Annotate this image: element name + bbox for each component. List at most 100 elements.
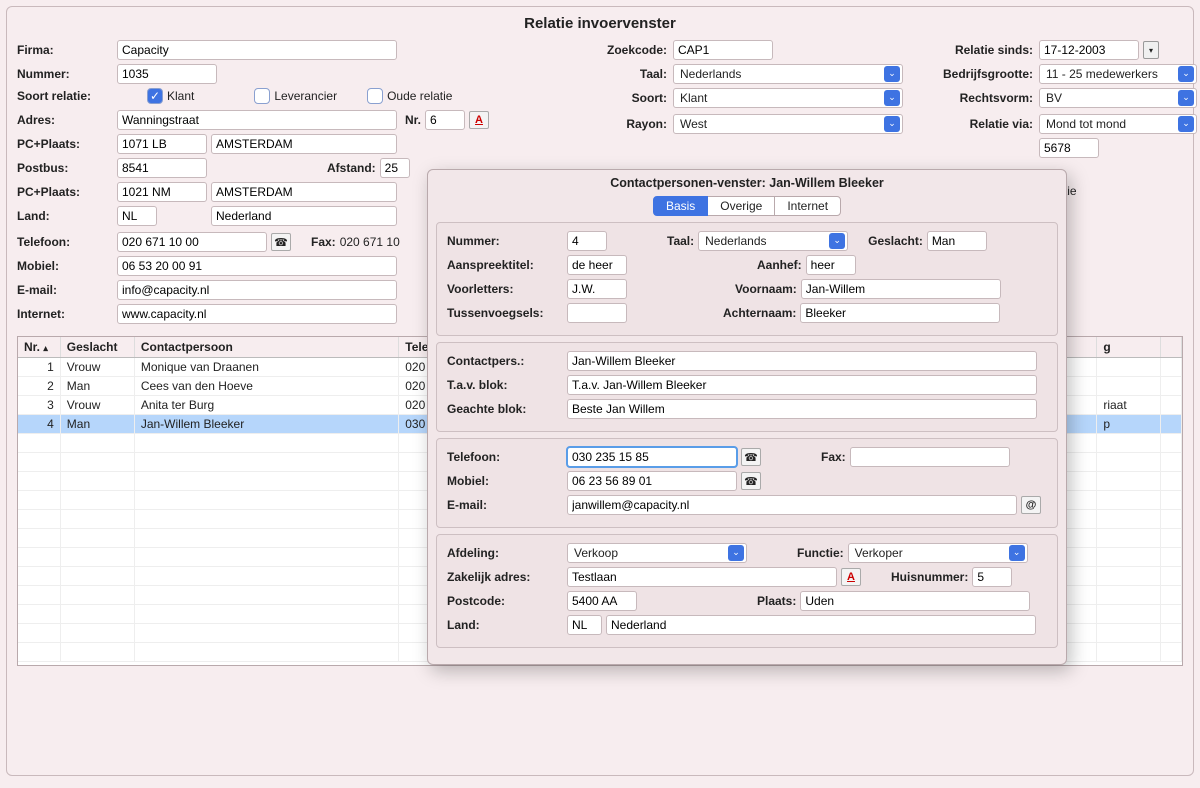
table-cell: Man — [60, 415, 134, 434]
klant-checkbox[interactable] — [147, 88, 163, 104]
relatie-sinds-input[interactable] — [1039, 40, 1139, 60]
m-aanspreek-input[interactable] — [567, 255, 627, 275]
rayon-dropdown[interactable]: West — [673, 114, 903, 134]
mlabel-voornaam: Voornaam: — [735, 282, 797, 296]
internet-input[interactable] — [117, 304, 397, 324]
plaats2-input[interactable] — [211, 182, 397, 202]
landnaam-input[interactable] — [211, 206, 397, 226]
relatie-via-dropdown[interactable]: Mond tot mond — [1039, 114, 1197, 134]
m-landcode-input[interactable] — [567, 615, 602, 635]
m-geachte-input[interactable] — [567, 399, 1037, 419]
table-cell: Jan-Willem Bleeker — [134, 415, 398, 434]
tab-internet[interactable]: Internet — [774, 196, 841, 216]
plaats1-input[interactable] — [211, 134, 397, 154]
mlabel-zakelijk-adres: Zakelijk adres: — [447, 570, 567, 584]
th-contact[interactable]: Contactpersoon — [134, 337, 398, 358]
m-mobiel-input[interactable] — [567, 471, 737, 491]
email-input[interactable] — [117, 280, 397, 300]
taal-value: Nederlands — [680, 67, 878, 81]
label-firma: Firma: — [17, 43, 117, 57]
m-nummer-input[interactable] — [567, 231, 607, 251]
nummer-input[interactable] — [117, 64, 217, 84]
firma-input[interactable] — [117, 40, 397, 60]
m-telefoon-input[interactable] — [567, 447, 737, 467]
label-telefoon: Telefoon: — [17, 235, 117, 249]
label-taal: Taal: — [587, 67, 667, 81]
mlabel-mobiel: Mobiel: — [447, 474, 567, 488]
afstand-input[interactable] — [380, 158, 410, 178]
m-huisnummer-input[interactable] — [972, 567, 1012, 587]
m-fax-input[interactable] — [850, 447, 1010, 467]
label-postbus: Postbus: — [17, 161, 117, 175]
m-voorletters-input[interactable] — [567, 279, 627, 299]
telefoon-input[interactable] — [117, 232, 267, 252]
m-plaats-input[interactable] — [800, 591, 1030, 611]
m-functie-dropdown[interactable]: Verkoper — [848, 543, 1028, 563]
label-relatie-via: Relatie via: — [923, 117, 1033, 131]
address-lookup-icon[interactable]: A — [841, 568, 861, 586]
dial-phone-icon[interactable] — [741, 448, 761, 466]
m-afdeling-dropdown[interactable]: Verkoop — [567, 543, 747, 563]
th-geslacht[interactable]: Geslacht — [60, 337, 134, 358]
mlabel-fax: Fax: — [821, 450, 846, 464]
datepicker-icon[interactable] — [1143, 41, 1159, 59]
chevron-down-icon — [884, 116, 900, 132]
address-lookup-icon[interactable]: A — [469, 111, 489, 129]
modal-tabbar: Basis Overige Internet — [436, 196, 1058, 216]
soort-dropdown[interactable]: Klant — [673, 88, 903, 108]
m-aanhef-input[interactable] — [806, 255, 856, 275]
chevron-down-icon — [728, 545, 744, 561]
chevron-down-icon — [1009, 545, 1025, 561]
landcode-input[interactable] — [117, 206, 157, 226]
th-end[interactable] — [1160, 337, 1181, 358]
mlabel-achternaam: Achternaam: — [723, 306, 796, 320]
label-internet: Internet: — [17, 307, 117, 321]
email-compose-icon[interactable] — [1021, 496, 1041, 514]
window-title: Relatie invoervenster — [17, 15, 1183, 32]
extra-num-input[interactable] — [1039, 138, 1099, 158]
mlabel-tussenvoeg: Tussenvoegsels: — [447, 306, 567, 320]
label-rayon: Rayon: — [587, 117, 667, 131]
chevron-down-icon — [829, 233, 845, 249]
panel-blocks: Contactpers.: T.a.v. blok: Geachte blok: — [436, 342, 1058, 432]
table-cell: Cees van den Hoeve — [134, 377, 398, 396]
m-contactpers-input[interactable] — [567, 351, 1037, 371]
m-geslacht-input[interactable] — [927, 231, 987, 251]
m-zakelijk-adres-input[interactable] — [567, 567, 837, 587]
m-tussenvoeg-input[interactable] — [567, 303, 627, 323]
panel-identity: Nummer: Taal: Nederlands Geslacht: Aansp… — [436, 222, 1058, 336]
rayon-value: West — [680, 117, 878, 131]
leverancier-checkbox[interactable] — [254, 88, 270, 104]
m-voornaam-input[interactable] — [801, 279, 1001, 299]
table-cell: Vrouw — [60, 396, 134, 415]
dial-phone-icon[interactable] — [271, 233, 291, 251]
postbus-input[interactable] — [117, 158, 207, 178]
pc2-input[interactable] — [117, 182, 207, 202]
dial-mobile-icon[interactable] — [741, 472, 761, 490]
huisnr-input[interactable] — [425, 110, 465, 130]
bedrijfsgrootte-dropdown[interactable]: 11 - 25 medewerkers — [1039, 64, 1197, 84]
adres-input[interactable] — [117, 110, 397, 130]
m-tav-input[interactable] — [567, 375, 1037, 395]
panel-work: Afdeling: Verkoop Functie: Verkoper Zake… — [436, 534, 1058, 648]
m-email-input[interactable] — [567, 495, 1017, 515]
m-achternaam-input[interactable] — [800, 303, 1000, 323]
th-g[interactable]: g — [1097, 337, 1160, 358]
th-nr[interactable]: Nr. ▴ — [18, 337, 60, 358]
label-soort-relatie: Soort relatie: — [17, 89, 117, 103]
tab-overige[interactable]: Overige — [708, 196, 774, 216]
m-taal-dropdown[interactable]: Nederlands — [698, 231, 848, 251]
chevron-down-icon — [884, 66, 900, 82]
table-cell — [1160, 415, 1181, 434]
oude-relatie-checkbox[interactable] — [367, 88, 383, 104]
rechtsvorm-dropdown[interactable]: BV — [1039, 88, 1197, 108]
pc1-input[interactable] — [117, 134, 207, 154]
mobiel-input[interactable] — [117, 256, 397, 276]
m-landnaam-input[interactable] — [606, 615, 1036, 635]
m-postcode-input[interactable] — [567, 591, 637, 611]
mlabel-geachte: Geachte blok: — [447, 402, 567, 416]
chevron-down-icon — [1178, 66, 1194, 82]
taal-dropdown[interactable]: Nederlands — [673, 64, 903, 84]
zoekcode-input[interactable] — [673, 40, 773, 60]
tab-basis[interactable]: Basis — [653, 196, 708, 216]
